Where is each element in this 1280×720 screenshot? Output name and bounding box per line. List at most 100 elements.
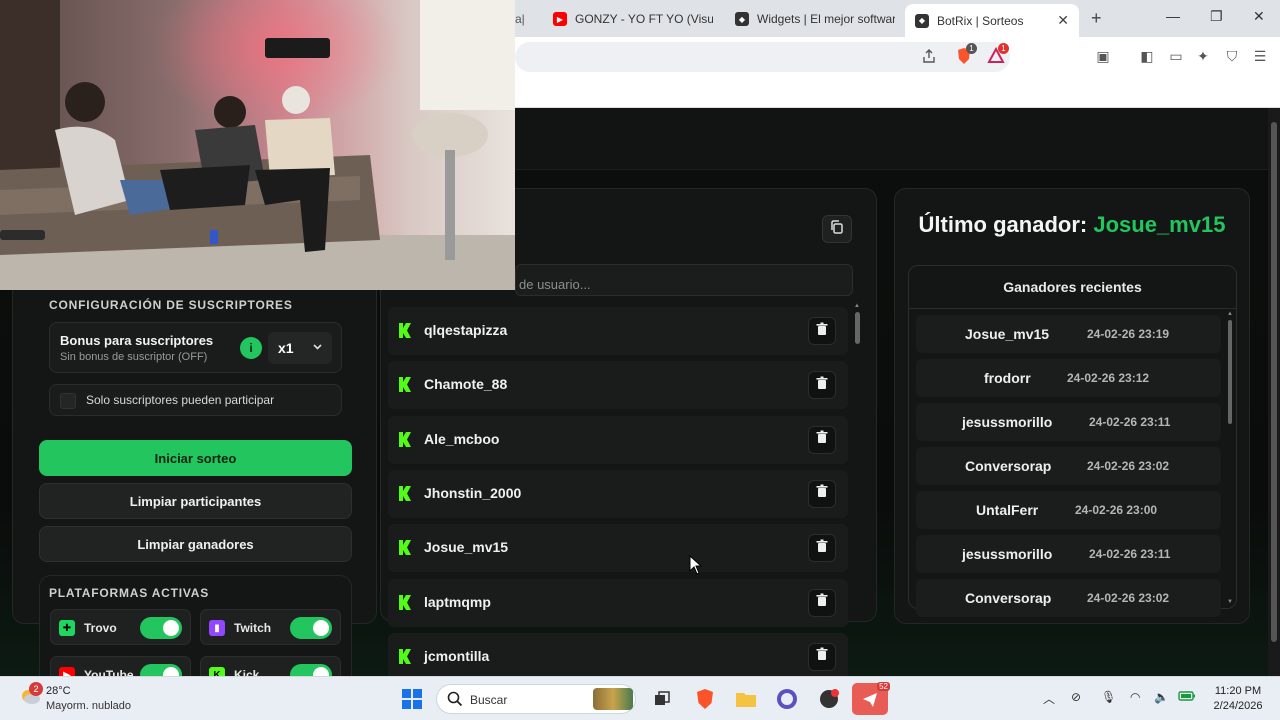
multiplier-value: x1	[278, 340, 294, 356]
microphone-icon[interactable]: 🎙	[1101, 690, 1116, 704]
multiplier-select[interactable]: x1	[268, 332, 332, 364]
last-winner-heading: Último ganador: Josue_mv15	[894, 212, 1250, 238]
winner-row: jesussmorillo 24-02-26 23:11	[916, 535, 1221, 573]
minimize-icon[interactable]: —	[1166, 8, 1180, 24]
scroll-down-icon[interactable]: ▼	[1227, 599, 1233, 605]
search-icon	[447, 691, 463, 712]
delete-button[interactable]	[808, 317, 836, 345]
scroll-up-icon[interactable]: ▲	[1227, 311, 1233, 317]
delete-button[interactable]	[808, 479, 836, 508]
wallet-icon[interactable]: ▭	[1165, 45, 1187, 67]
tab-botrix-sorteos[interactable]: ◆ BotRix | Sorteos ✕	[905, 4, 1079, 37]
trash-icon	[816, 593, 828, 612]
clock-time: 11:20 PM	[1214, 685, 1262, 697]
participant-name: qlqestapizza	[424, 322, 508, 338]
participant-list-scrollbar[interactable]	[855, 312, 860, 344]
weather-temperature: 28°C	[46, 685, 71, 697]
tab-widgets[interactable]: ◆ Widgets | El mejor softwar	[735, 6, 895, 32]
info-icon[interactable]: i	[240, 337, 262, 359]
kick-icon	[398, 431, 414, 448]
bonus-subtitle: Sin bonus de suscriptor (OFF)	[60, 351, 208, 363]
menu-icon[interactable]: ☰	[1249, 45, 1271, 67]
twitch-toggle[interactable]	[290, 617, 332, 639]
kick-icon	[398, 376, 414, 393]
delete-button[interactable]	[808, 642, 836, 671]
search-label: Buscar	[470, 693, 508, 707]
winner-name: jesussmorillo	[962, 546, 1053, 562]
clock-date: 2/24/2026	[1213, 700, 1263, 712]
reader-mode-icon[interactable]: ▣	[1092, 45, 1114, 67]
app-with-badge[interactable]: 52	[852, 682, 890, 715]
leo-ai-icon[interactable]: ✦	[1192, 45, 1214, 67]
network-off-icon[interactable]: ⊘	[1071, 690, 1081, 704]
task-view-icon[interactable]	[648, 685, 676, 713]
copy-button[interactable]	[822, 215, 852, 243]
winner-name: jesussmorillo	[962, 414, 1053, 430]
page-scrollbar[interactable]	[1268, 108, 1280, 676]
tab-label: Widgets | El mejor softwar	[757, 12, 895, 26]
clear-participants-button[interactable]: Limpiar participantes	[39, 483, 352, 519]
system-clock[interactable]: 11:20 PM 2/24/2026	[1206, 684, 1270, 714]
scrollbar-thumb[interactable]	[1271, 122, 1277, 642]
battery-icon[interactable]	[1178, 690, 1196, 705]
kick-icon	[398, 539, 414, 556]
winner-name: frodorr	[984, 370, 1031, 386]
shields-badge: 1	[966, 43, 977, 54]
copy-icon	[829, 219, 845, 240]
close-tab-icon[interactable]: ✕	[1057, 12, 1069, 29]
subscriber-bonus-card: Bonus para suscriptores Sin bonus de sus…	[49, 322, 342, 373]
restore-icon[interactable]: ❐	[1210, 8, 1223, 25]
scroll-up-icon[interactable]: ▲	[854, 303, 860, 309]
clear-winners-button[interactable]: Limpiar ganadores	[39, 526, 352, 562]
trash-icon	[816, 322, 828, 341]
file-explorer-icon[interactable]	[732, 685, 760, 713]
platform-trovo: ✚ Trovo	[50, 609, 191, 645]
trash-icon	[816, 484, 828, 503]
participant-row: laptmqmp	[388, 578, 848, 627]
obs-icon[interactable]	[773, 685, 801, 713]
trovo-toggle[interactable]	[140, 617, 182, 639]
botrix-icon: ◆	[735, 12, 749, 26]
trash-icon	[816, 376, 828, 395]
start-button[interactable]	[398, 685, 426, 713]
subs-only-checkbox[interactable]	[60, 393, 76, 409]
share-icon[interactable]	[918, 45, 940, 67]
kick-icon	[398, 485, 414, 502]
start-raffle-button[interactable]: Iniciar sorteo	[39, 440, 352, 476]
brave-browser-icon[interactable]	[691, 685, 719, 713]
participant-name: Chamote_88	[424, 376, 508, 393]
taskbar-search[interactable]: Buscar	[436, 684, 636, 714]
vpn-icon[interactable]: ⛉	[1221, 45, 1243, 67]
platform-twitch: ▮ Twitch	[200, 609, 341, 645]
sidebar-icon[interactable]: ◧	[1136, 45, 1158, 67]
new-tab-button[interactable]: +	[1091, 8, 1102, 29]
tab-youtube[interactable]: ▶ GONZY - YO FT YO (Visual	[553, 6, 713, 32]
recent-winners-scrollbar[interactable]	[1228, 320, 1232, 424]
recent-winners-title: Ganadores recientes	[908, 265, 1237, 309]
mouse-cursor-icon	[689, 554, 703, 580]
tab-partial[interactable]: a|	[515, 6, 535, 32]
app-icon[interactable]	[815, 685, 843, 713]
subs-only-option[interactable]: Solo suscriptores pueden participar	[49, 384, 342, 416]
tab-label: BotRix | Sorteos	[937, 13, 1024, 28]
kick-icon	[398, 648, 414, 665]
participant-search-input[interactable]	[515, 264, 853, 296]
wifi-icon[interactable]: ◠	[1130, 690, 1140, 704]
trash-icon	[816, 647, 828, 666]
platform-name: Trovo	[84, 621, 117, 635]
subscriber-config-title: CONFIGURACIÓN DE SUSCRIPTORES	[49, 298, 293, 312]
delete-button[interactable]	[808, 371, 836, 400]
delete-button[interactable]	[808, 425, 836, 454]
platform-name: Twitch	[234, 621, 272, 635]
participant-row: Josue_mv15	[388, 524, 848, 573]
show-hidden-icons[interactable]: ︿	[1043, 690, 1055, 707]
delete-button[interactable]	[808, 588, 836, 617]
brave-shields-icon[interactable]: 1	[953, 43, 977, 67]
trovo-icon: ✚	[59, 620, 75, 636]
last-winner-label: Último ganador:	[918, 212, 1088, 237]
volume-icon[interactable]: 🔈	[1154, 690, 1169, 704]
close-window-icon[interactable]: ✕	[1253, 8, 1265, 25]
rewards-badge: 1	[998, 43, 1009, 54]
brave-rewards-icon[interactable]: 1	[985, 43, 1009, 67]
delete-button[interactable]	[808, 534, 836, 563]
